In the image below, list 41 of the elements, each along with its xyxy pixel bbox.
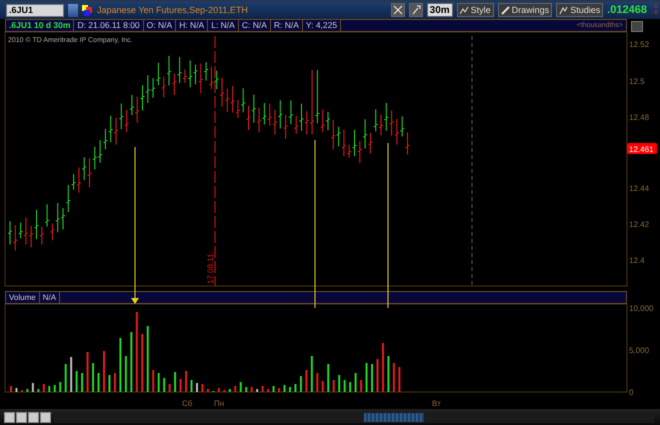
price-axis-label: 12.44 — [629, 184, 650, 194]
info-field: Y: 4,225 — [302, 20, 342, 32]
scrollbar[interactable] — [54, 412, 654, 423]
style-button[interactable]: Style — [456, 3, 494, 18]
drawings-button[interactable]: Drawings — [498, 3, 552, 18]
window-title: Japanese Yen Futures,Sep-2011,ETH — [97, 5, 248, 16]
chart-icon — [559, 6, 568, 15]
last-price: .012468 — [607, 4, 647, 16]
day-label: Пн — [214, 399, 224, 408]
volume-axis-label: 10,000 — [629, 304, 654, 314]
pencil-icon — [500, 6, 510, 15]
symbol-label: .6JU1 10 d 30m — [6, 20, 74, 32]
info-field: H: N/A — [176, 20, 208, 32]
marker-date: 17.08.11 — [206, 254, 215, 284]
dropdown-button[interactable] — [68, 4, 78, 17]
color-squares-icon — [82, 4, 93, 16]
day-label: Сб — [182, 399, 192, 408]
day-label: Вт — [432, 399, 441, 408]
price-axis-label: 12.5 — [629, 77, 645, 86]
info-field: L: N/A — [208, 20, 239, 32]
price-axis-label: 12.42 — [629, 220, 650, 230]
wrench-button[interactable] — [408, 3, 423, 18]
current-price-badge: 12.461 — [627, 143, 657, 154]
volume-value: N/A — [40, 292, 60, 304]
volume-label: Volume — [6, 292, 40, 304]
line-chart-icon — [460, 6, 469, 15]
studies-button[interactable]: Studies — [556, 3, 604, 18]
info-field: R: N/A — [270, 20, 303, 32]
info-field: D: 21.06.11 8:00 — [74, 20, 144, 32]
price-axis-label: 12.4 — [629, 256, 645, 266]
crosshair-button[interactable] — [390, 3, 405, 18]
volume-axis-label: 0 — [629, 388, 634, 398]
info-field: O: N/A — [144, 20, 176, 32]
volume-axis-label: 5,000 — [629, 346, 650, 356]
info-field: C: N/A — [238, 20, 271, 32]
price-axis-label: 12.48 — [629, 113, 650, 122]
price-axis-label: 12.52 — [629, 40, 650, 50]
interval-button[interactable]: 30m — [426, 3, 453, 18]
crosshair-icon — [392, 5, 403, 16]
symbol-field[interactable]: .6JU1 — [6, 4, 64, 17]
scroll-thumb[interactable] — [364, 412, 424, 422]
